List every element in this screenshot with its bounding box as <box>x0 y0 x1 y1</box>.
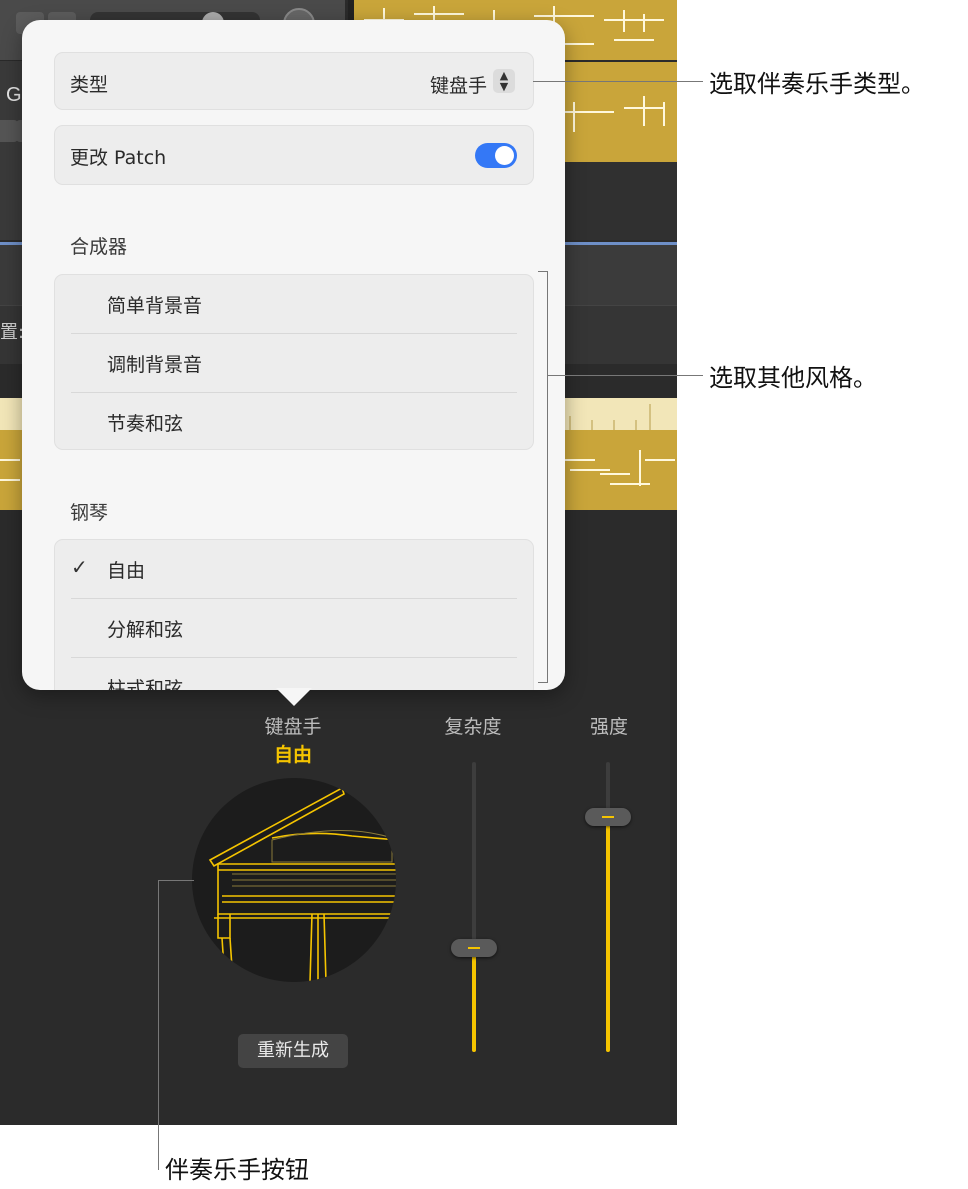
grand-piano-icon <box>208 786 396 982</box>
type-value: 键盘手 <box>429 75 487 97</box>
section-heading-piano: 钢琴 <box>70 502 109 524</box>
callout-line-button-v <box>158 880 159 1170</box>
callout-style: 选取其他风格。 <box>709 364 877 392</box>
session-player-popover: 类型 键盘手 ▲ ▼ 更改 Patch 合成器 简单背景音 调制背景音 节奏和弦 … <box>22 20 565 690</box>
item-label: 调制背景音 <box>107 354 203 376</box>
type-row[interactable]: 类型 键盘手 ▲ ▼ <box>54 52 534 110</box>
intensity-label: 强度 <box>589 716 628 738</box>
piano-list: ✓ 自由 分解和弦 柱式和弦 <box>54 539 534 690</box>
list-item-style[interactable]: 调制背景音 <box>71 334 517 393</box>
list-item-style[interactable]: 节奏和弦 <box>71 393 517 451</box>
callout-line-style <box>547 375 703 376</box>
callout-line-button-h <box>158 880 194 881</box>
synth-list: 简单背景音 调制背景音 节奏和弦 <box>54 274 534 450</box>
patch-row: 更改 Patch <box>54 125 534 185</box>
complexity-label: 复杂度 <box>444 716 502 738</box>
style-name: 自由 <box>273 744 312 766</box>
callout-type: 选取伴奏乐手类型。 <box>709 70 925 98</box>
checkmark-icon: ✓ <box>71 555 88 579</box>
intensity-slider-thumb[interactable] <box>585 808 631 827</box>
item-label: 分解和弦 <box>107 619 184 641</box>
item-label: 简单背景音 <box>107 295 203 317</box>
callout-button: 伴奏乐手按钮 <box>165 1156 309 1184</box>
patch-toggle[interactable] <box>475 143 517 168</box>
field-label: 置: <box>0 322 25 343</box>
patch-label: 更改 Patch <box>70 147 167 169</box>
type-label: 类型 <box>70 74 109 96</box>
session-player-button[interactable] <box>192 778 396 982</box>
chevron-updown-icon[interactable]: ▲ ▼ <box>493 69 515 93</box>
list-item-style[interactable]: 分解和弦 <box>71 599 517 658</box>
item-label: 节奏和弦 <box>107 413 184 435</box>
player-label: 键盘手 <box>264 716 322 738</box>
list-item-style[interactable]: 柱式和弦 <box>71 658 517 690</box>
intensity-slider-fill <box>606 817 610 1052</box>
callout-line-type <box>533 81 703 82</box>
section-heading-synth: 合成器 <box>70 236 128 258</box>
track-name-fragment: G <box>6 84 22 106</box>
list-item-style-selected[interactable]: ✓ 自由 <box>71 540 517 599</box>
complexity-slider-fill <box>472 947 476 1052</box>
complexity-slider-thumb[interactable] <box>451 938 497 957</box>
item-label: 自由 <box>107 560 146 582</box>
regenerate-button[interactable]: 重新生成 <box>238 1034 348 1068</box>
list-item-style[interactable]: 简单背景音 <box>71 275 517 334</box>
popover-pointer <box>276 688 312 706</box>
item-label: 柱式和弦 <box>107 678 184 690</box>
bracket-vertical <box>547 271 548 683</box>
bracket-bottom <box>538 682 548 683</box>
